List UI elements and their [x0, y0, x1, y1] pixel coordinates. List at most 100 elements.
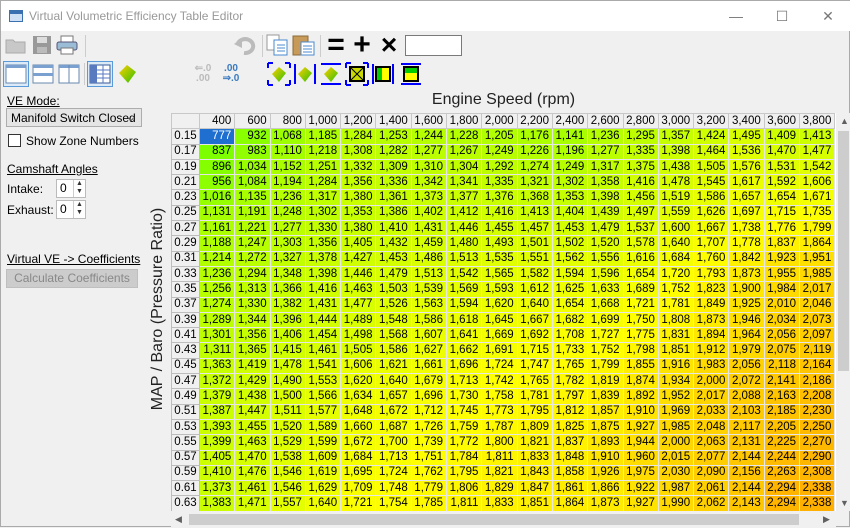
ve-cell[interactable]: 1,821 — [516, 434, 553, 451]
ve-cell[interactable]: 1,188 — [198, 235, 236, 252]
ve-cell[interactable]: 1,654 — [551, 296, 589, 313]
scroll-left-icon[interactable]: ◀ — [175, 514, 182, 525]
ve-cell[interactable]: 1,559 — [657, 204, 695, 222]
ve-cell[interactable]: 1,684 — [657, 250, 695, 267]
ve-cell[interactable]: 1,799 — [587, 357, 624, 375]
column-header[interactable]: 2,000 — [481, 113, 518, 130]
ve-cell[interactable]: 1,545 — [693, 174, 730, 191]
ve-cell[interactable]: 1,336 — [375, 174, 412, 191]
ve-cell[interactable]: 1,289 — [198, 311, 236, 329]
ve-cell[interactable]: 2,290 — [799, 449, 836, 466]
ve-cell[interactable]: 1,277 — [410, 143, 448, 160]
ve-cell[interactable]: 1,503 — [375, 281, 412, 298]
ve-cell[interactable]: 1,576 — [728, 158, 765, 176]
ve-cell[interactable]: 1,141 — [551, 128, 589, 145]
ve-cell[interactable]: 1,478 — [657, 174, 695, 191]
ve-cell[interactable]: 1,798 — [622, 342, 659, 359]
spin-arrows-icon[interactable]: ▲ ▼ — [73, 180, 85, 197]
column-header[interactable]: 3,000 — [657, 113, 695, 130]
ve-cell[interactable]: 1,795 — [516, 403, 553, 420]
row-header[interactable]: 0.39 — [171, 311, 200, 329]
ve-cell[interactable]: 1,016 — [198, 189, 236, 206]
ve-cell[interactable]: 1,386 — [375, 204, 412, 222]
ve-cell[interactable]: 2,144 — [728, 480, 765, 497]
ve-cell[interactable]: 1,542 — [446, 265, 483, 283]
ve-cell[interactable]: 1,303 — [269, 235, 306, 252]
ve-cell[interactable]: 1,660 — [340, 418, 377, 436]
vertical-scrollbar[interactable]: ▲ ▼ — [836, 113, 850, 511]
ve-cell[interactable]: 1,330 — [234, 296, 271, 313]
ve-cell[interactable]: 1,477 — [340, 296, 377, 313]
ve-cell[interactable]: 1,985 — [657, 418, 695, 436]
ve-cell[interactable]: 1,765 — [516, 373, 553, 390]
row-header[interactable]: 0.19 — [171, 158, 200, 176]
row-header[interactable]: 0.25 — [171, 204, 200, 222]
ve-cell[interactable]: 1,378 — [304, 250, 342, 267]
ve-cell[interactable]: 1,453 — [551, 220, 589, 237]
ve-cell[interactable]: 1,594 — [551, 265, 589, 283]
ve-cell[interactable]: 1,539 — [410, 281, 448, 298]
ve-cell[interactable]: 1,498 — [340, 327, 377, 344]
ve-cell[interactable]: 1,398 — [304, 265, 342, 283]
ve-cell[interactable]: 1,900 — [728, 281, 765, 298]
ve-cell[interactable]: 1,952 — [657, 388, 695, 405]
row-header[interactable]: 0.59 — [171, 464, 200, 482]
ve-cell[interactable]: 1,781 — [516, 388, 553, 405]
ve-cell[interactable]: 1,715 — [763, 204, 801, 222]
ve-cell[interactable]: 2,000 — [657, 434, 695, 451]
ve-cell[interactable]: 1,793 — [693, 265, 730, 283]
ve-cell[interactable]: 2,250 — [799, 418, 836, 436]
ve-cell[interactable]: 1,363 — [198, 357, 236, 375]
ve-cell[interactable]: 1,321 — [516, 174, 553, 191]
ve-cell[interactable]: 1,546 — [269, 464, 306, 482]
exhaust-spinner[interactable]: 0 ▲ ▼ — [56, 200, 86, 219]
ve-cell[interactable]: 896 — [198, 158, 236, 176]
row-header[interactable]: 0.55 — [171, 434, 200, 451]
ve-cell[interactable]: 1,292 — [481, 158, 518, 176]
ve-table[interactable]: 400 600 800 1,000 1,200 1,400 1,600 1,800 2,000 2… — [171, 113, 836, 511]
ve-cell[interactable]: 1,778 — [728, 235, 765, 252]
ve-cell[interactable]: 1,620 — [481, 296, 518, 313]
ve-cell[interactable]: 1,669 — [481, 327, 518, 344]
ve-cell[interactable]: 1,586 — [375, 342, 412, 359]
row-header[interactable]: 0.33 — [171, 265, 200, 283]
column-header[interactable]: 1,200 — [340, 113, 377, 130]
ve-cell[interactable]: 1,376 — [481, 189, 518, 206]
ve-cell[interactable]: 1,535 — [481, 250, 518, 267]
ve-cell[interactable]: 1,566 — [304, 388, 342, 405]
ve-cell[interactable]: 1,342 — [410, 174, 448, 191]
ve-cell[interactable]: 2,088 — [728, 388, 765, 405]
show-zone-numbers-checkbox[interactable] — [8, 134, 21, 147]
ve-cell[interactable]: 1,256 — [198, 281, 236, 298]
ve-cell[interactable]: 1,873 — [587, 495, 624, 511]
ve-cell[interactable]: 1,748 — [375, 480, 412, 497]
ve-cell[interactable]: 1,782 — [551, 373, 589, 390]
ve-cell[interactable]: 1,427 — [340, 250, 377, 267]
ve-cell[interactable]: 1,284 — [340, 128, 377, 145]
ve-cell[interactable]: 1,253 — [375, 128, 412, 145]
ve-cell[interactable]: 1,446 — [446, 220, 483, 237]
ve-cell[interactable]: 2,141 — [763, 373, 801, 390]
row-header[interactable]: 0.37 — [171, 296, 200, 313]
ve-cell[interactable]: 1,536 — [728, 143, 765, 160]
ve-cell[interactable]: 1,380 — [340, 220, 377, 237]
ve-cell[interactable]: 2,205 — [763, 418, 801, 436]
ve-cell[interactable]: 1,236 — [198, 265, 236, 283]
ve-cell[interactable]: 1,629 — [304, 480, 342, 497]
ve-cell[interactable]: 1,754 — [375, 495, 412, 511]
row-header[interactable]: 0.35 — [171, 281, 200, 298]
ve-cell[interactable]: 1,267 — [446, 143, 483, 160]
ve-cell[interactable]: 1,511 — [269, 403, 306, 420]
ve-cell[interactable]: 1,398 — [657, 143, 695, 160]
print-icon[interactable] — [55, 33, 79, 57]
horizontal-scrollbar[interactable]: ◀ ▶ — [171, 511, 836, 528]
row-header[interactable]: 0.17 — [171, 143, 200, 160]
ve-cell[interactable]: 2,294 — [763, 495, 801, 511]
ve-cell[interactable]: 1,431 — [304, 296, 342, 313]
ve-cell[interactable]: 1,616 — [622, 250, 659, 267]
row-header[interactable]: 0.43 — [171, 342, 200, 359]
ve-cell[interactable]: 1,726 — [410, 418, 448, 436]
ve-cell[interactable]: 1,831 — [657, 327, 695, 344]
ve-cell[interactable]: 1,619 — [304, 464, 342, 482]
ve-cell[interactable]: 1,787 — [481, 418, 518, 436]
